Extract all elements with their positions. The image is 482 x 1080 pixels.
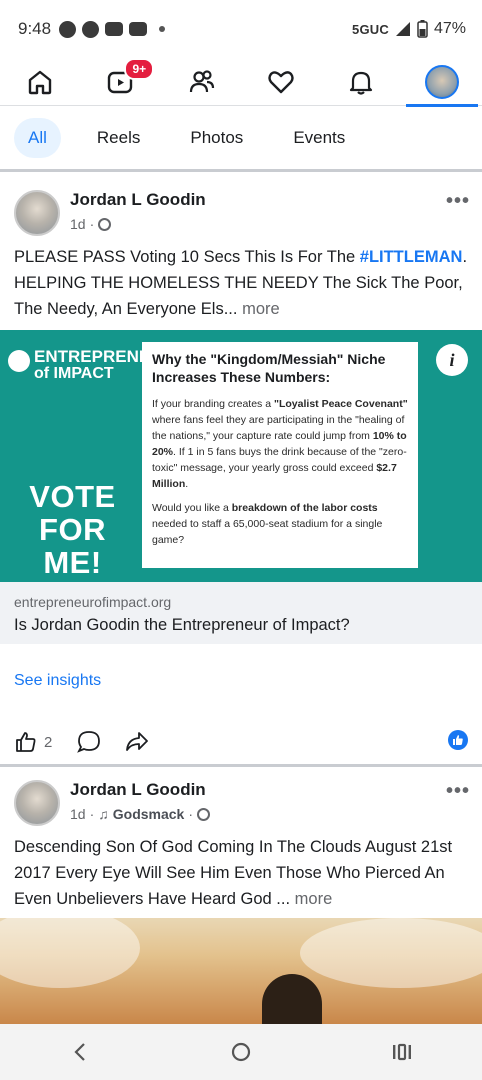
- like-count: 2: [44, 733, 53, 751]
- music-note-icon: ♫: [98, 806, 109, 822]
- comment-icon: [77, 731, 101, 753]
- friends-icon: [189, 69, 214, 92]
- ad-paragraph-2: Would you like a breakdown of the labor …: [152, 502, 383, 546]
- post2-time: 1d: [70, 806, 86, 822]
- home-button[interactable]: [211, 1032, 271, 1072]
- ad-vote-text: VOTE FOR ME!: [29, 479, 116, 580]
- post2-more-options-icon[interactable]: •••: [446, 780, 470, 803]
- youtube-notification-icon: [105, 22, 124, 36]
- meta-separator: ·: [89, 806, 95, 822]
- post1-actions: 2: [0, 722, 482, 762]
- nav-home[interactable]: [10, 58, 70, 106]
- cloud-shape-2: [300, 918, 482, 988]
- messenger-notification-icon-2: [82, 20, 100, 38]
- cloud-shape: [0, 918, 140, 988]
- dating-heart-icon: [268, 70, 294, 93]
- post1-header: Jordan L Goodin 1d · •••: [0, 176, 482, 236]
- system-navigation-bar: [0, 1024, 482, 1080]
- post2-header: Jordan L Goodin 1d · ♫ Godsmack · •••: [0, 766, 482, 826]
- youtube-notification-icon-2: [129, 22, 148, 36]
- post2-body: Descending Son Of God Coming In The Clou…: [14, 838, 453, 908]
- post2-author-name[interactable]: Jordan L Goodin: [70, 780, 206, 800]
- back-chevron-icon: [74, 1043, 86, 1061]
- more-notifications-dot-icon: [159, 26, 166, 32]
- post1-see-more[interactable]: more: [237, 300, 280, 318]
- post1-hashtag[interactable]: #LITTLEMAN: [360, 248, 463, 266]
- post1-author-avatar[interactable]: [14, 190, 60, 236]
- video-badge: 9+: [124, 57, 155, 80]
- post1-link-image[interactable]: ENTREPRENEUR of IMPACT VOTE FOR ME! Why …: [0, 330, 482, 582]
- status-right: 5GUC 47%: [352, 20, 466, 38]
- reaction-like-icon: [448, 730, 468, 750]
- post2-author-avatar[interactable]: [14, 780, 60, 826]
- post2-meta: 1d · ♫ Godsmack ·: [70, 806, 211, 822]
- figure-silhouette: [262, 974, 322, 1024]
- post1-time: 1d: [70, 216, 86, 232]
- post1-text-start: PLEASE PASS Voting 10 Secs This Is For T…: [14, 248, 360, 266]
- filter-events[interactable]: Events: [279, 118, 359, 158]
- network-type: 5GUC: [352, 21, 389, 37]
- ad-content-box: Why the "Kingdom/Messiah" Niche Increase…: [142, 342, 418, 568]
- post1-meta: 1d ·: [70, 216, 112, 232]
- feed-filters: All Reels Photos Events: [0, 106, 482, 172]
- nav-notifications[interactable]: [331, 58, 391, 106]
- post1-text: PLEASE PASS Voting 10 Secs This Is For T…: [14, 244, 470, 322]
- link-domain: entrepreneurofimpact.org: [14, 594, 172, 610]
- meta-separator: ·: [89, 216, 95, 232]
- signal-icon: [395, 22, 410, 36]
- globe-icon: [197, 807, 211, 821]
- thumbs-up-small-icon: [453, 735, 463, 745]
- status-time: 9:48: [18, 19, 52, 38]
- see-insights-link[interactable]: See insights: [14, 672, 101, 690]
- status-bar: 9:48 5GUC 47%: [0, 0, 482, 58]
- nav-video[interactable]: 9+: [90, 57, 155, 106]
- share-button[interactable]: [124, 729, 150, 755]
- share-arrow-icon: [126, 732, 149, 751]
- post1-link-preview[interactable]: entrepreneurofimpact.org Is Jordan Goodi…: [0, 582, 482, 644]
- post1-more-options-icon[interactable]: •••: [446, 190, 470, 213]
- post2-see-more[interactable]: more: [290, 890, 333, 908]
- nav-profile[interactable]: [405, 58, 478, 107]
- post2-music[interactable]: Godsmack: [113, 806, 185, 822]
- meta-separator-2: ·: [188, 806, 194, 822]
- thumbs-up-icon: [16, 732, 36, 752]
- link-title: Is Jordan Goodin the Entrepreneur of Imp…: [14, 616, 350, 634]
- ad-heading: Why the "Kingdom/Messiah" Niche Increase…: [152, 351, 386, 385]
- recents-button[interactable]: [372, 1032, 432, 1072]
- like-button[interactable]: 2: [14, 730, 52, 754]
- home-icon: [28, 70, 52, 94]
- filter-reels[interactable]: Reels: [83, 118, 154, 158]
- comment-button[interactable]: [76, 729, 102, 755]
- messenger-notification-icon: [59, 20, 77, 38]
- battery-percent: 47%: [433, 20, 466, 37]
- post2-text: Descending Son Of God Coming In The Clou…: [14, 834, 470, 912]
- filter-photos[interactable]: Photos: [176, 118, 257, 158]
- post1-author-name[interactable]: Jordan L Goodin: [70, 190, 206, 210]
- back-button[interactable]: [50, 1032, 110, 1072]
- info-icon[interactable]: i: [436, 344, 468, 376]
- profile-avatar: [424, 64, 459, 99]
- battery-icon: [417, 20, 428, 38]
- home-circle-icon: [231, 1042, 251, 1062]
- notifications-bell-icon: [350, 71, 373, 95]
- recents-icon: [392, 1043, 411, 1061]
- post2-image[interactable]: [0, 918, 482, 1024]
- top-navigation: 9+: [0, 57, 482, 107]
- nav-friends[interactable]: [171, 58, 231, 106]
- brand-logo-icon: [8, 350, 30, 372]
- globe-icon: [98, 217, 112, 231]
- filter-all[interactable]: All: [14, 117, 61, 158]
- ad-paragraph-1: If your branding creates a "Loyalist Pea…: [152, 398, 408, 490]
- nav-dating[interactable]: [251, 58, 311, 106]
